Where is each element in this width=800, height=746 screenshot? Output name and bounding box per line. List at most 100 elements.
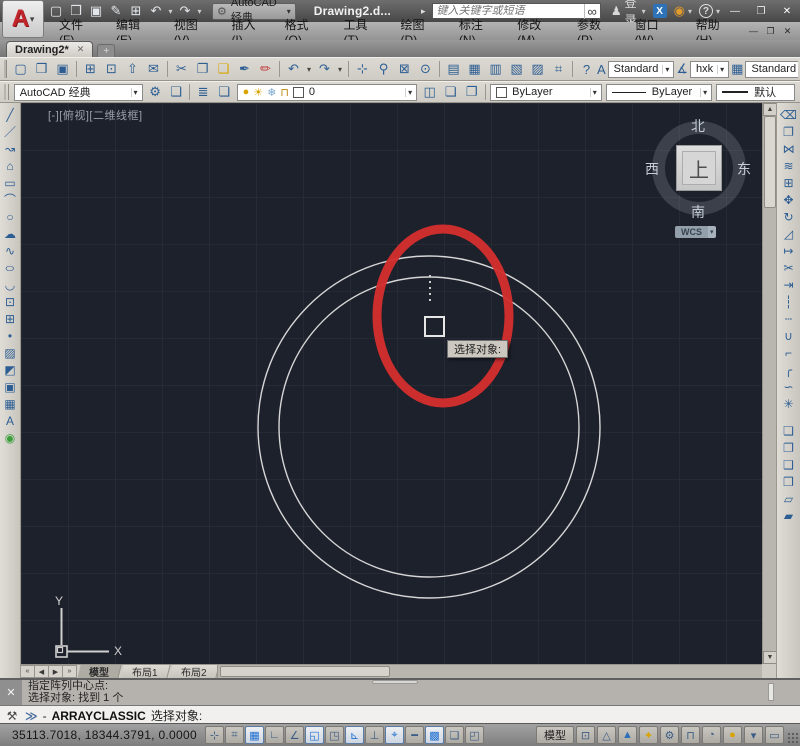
workspace-switching-icon[interactable]: ⚙ [660,726,679,744]
arc-icon[interactable]: ⌒ [1,191,19,208]
break-at-point-icon[interactable]: ┆ [780,293,798,310]
explode-icon[interactable]: ✳ [780,395,798,412]
mirror-icon[interactable]: ⋈ [780,140,798,157]
dim-style-icon[interactable]: ∡ [676,59,688,79]
separator[interactable] [73,59,80,79]
undo-caret-icon[interactable]: ▾ [304,59,314,79]
scroll-up-arrow[interactable]: ▲ [763,103,777,116]
maximize-button[interactable]: ❐ [748,2,774,20]
blend-curves-icon[interactable]: ∽ [780,378,798,395]
viewcube-top-face[interactable]: 上 [676,145,722,191]
quick-properties-toggle[interactable]: ❏ [445,726,464,744]
infer-constraints-toggle[interactable]: ⊹ [205,726,224,744]
model-space-button[interactable]: 模型 [536,726,574,744]
dynamic-input-toggle[interactable]: ⌖ [385,726,404,744]
hatch-to-back-icon[interactable]: ▰ [780,507,798,524]
help-caret-icon[interactable]: ▾ [716,7,720,16]
plot-preview-icon[interactable]: ⊡ [101,59,122,79]
export-dwf-icon[interactable]: ✉ [143,59,164,79]
customize-wrench-icon[interactable]: ⚒ [4,709,20,723]
region-icon[interactable]: ▣ [1,378,19,395]
save-icon[interactable]: ▣ [52,59,73,79]
lineweight-toggle[interactable]: ━ [405,726,424,744]
viewcube-west[interactable]: 西 [645,159,659,179]
horizontal-scroll-thumb[interactable] [220,666,390,677]
layer-select[interactable]: ●☀❄⊓ 0 ▾ [237,84,418,101]
properties-icon[interactable]: ▤ [443,59,464,79]
zoom-window-icon[interactable]: ⊠ [394,59,415,79]
separator[interactable] [164,59,171,79]
layer-unlock-icon[interactable]: ⊓ [280,86,289,99]
viewcube-south[interactable]: 南 [691,202,705,222]
workspace-settings-icon[interactable]: ⚙ [145,82,166,102]
last-tab-button[interactable]: » [63,665,77,678]
application-menu-button[interactable]: A ▾ [2,0,44,38]
layer-thaw-sun-icon[interactable]: ☀ [253,86,263,99]
vertical-scroll-thumb[interactable] [764,116,776,208]
separator[interactable] [569,59,576,79]
polygon-icon[interactable]: ⌂ [1,157,19,174]
history-scroll-thumb[interactable] [768,683,774,701]
copy-icon[interactable]: ❐ [780,123,798,140]
text-style-icon[interactable]: A [597,59,606,79]
lineweight-select[interactable]: 默认 [716,84,795,101]
plot-icon[interactable]: ⊞ [80,59,101,79]
array-icon[interactable]: ⊞ [780,174,798,191]
auto-annotation-icon[interactable]: ✦ [639,726,658,744]
layout2-tab[interactable]: 布局2 [169,665,219,678]
pan-icon[interactable]: ⊹ [352,59,373,79]
window-resize-grip[interactable] [787,732,799,744]
table-style-select[interactable]: Standard [745,61,798,78]
command-input-line[interactable]: ⚒ ≫ - ARRAYCLASSIC 选择对象: [0,705,800,725]
horizontal-scrollbar[interactable] [217,665,762,678]
3d-object-snap-toggle[interactable]: ◳ [325,726,344,744]
table-icon[interactable]: ▦ [1,395,19,412]
clean-screen-icon[interactable]: ▭ [765,726,784,744]
erase-icon[interactable]: ⌫ [780,106,798,123]
viewcube[interactable]: 北 南 西 东 上 [649,118,749,218]
annotation-visibility-icon[interactable]: ▲ [618,726,637,744]
grid-display-toggle[interactable]: ▦ [245,726,264,744]
linetype-select[interactable]: ByLayer ▾ [606,84,712,101]
doc-minimize-button[interactable]: — [745,24,762,38]
selection-cycling-toggle[interactable]: ◰ [465,726,484,744]
circle-icon[interactable]: ○ [1,208,19,225]
make-block-icon[interactable]: ⊞ [1,310,19,327]
viewcube-east[interactable]: 东 [737,159,751,179]
layout1-tab[interactable]: 布局1 [120,665,170,678]
trim-icon[interactable]: ✂ [780,259,798,276]
publish-icon[interactable]: ⇧ [122,59,143,79]
file-tab-drawing2[interactable]: Drawing2* ✕ [6,41,93,57]
ellipse-icon[interactable]: ○ [1,259,19,276]
point-icon[interactable]: • [1,327,19,344]
polar-tracking-toggle[interactable]: ∠ [285,726,304,744]
transparency-toggle[interactable]: ▩ [425,726,444,744]
quick-view-layouts-icon[interactable]: ⊡ [576,726,595,744]
construction-line-icon[interactable]: ／ [1,123,19,140]
match-properties-icon[interactable]: ✒ [234,59,255,79]
bring-above-icon[interactable]: ❑ [780,456,798,473]
revision-cloud-icon[interactable]: ☁ [1,225,19,242]
qnew-icon[interactable]: ▢ [10,59,31,79]
undo-icon[interactable]: ↶ [283,59,304,79]
send-under-icon[interactable]: ❒ [780,473,798,490]
join-icon[interactable]: ∪ [780,327,798,344]
viewcube-north[interactable]: 北 [691,116,705,136]
isolate-objects-icon[interactable]: ● [723,726,742,744]
offset-icon[interactable]: ≋ [780,157,798,174]
zoom-previous-icon[interactable]: ⊙ [415,59,436,79]
dynamic-ucs-toggle[interactable]: ⊥ [365,726,384,744]
exchange-caret-icon[interactable]: ▾ [642,7,646,16]
object-snap-tracking-toggle[interactable]: ⊾ [345,726,364,744]
move-icon[interactable]: ✥ [780,191,798,208]
polyline-icon[interactable]: ↝ [1,140,19,157]
toolbar-grip[interactable] [4,84,9,100]
doc-restore-button[interactable]: ❐ [762,24,779,38]
hardware-acceleration-icon[interactable]: ◔ [702,726,721,744]
wcs-button[interactable]: WCS ▾ [675,225,716,239]
toolbar-grip[interactable] [4,60,7,78]
separator[interactable] [345,59,352,79]
close-icon[interactable]: ✕ [77,44,85,55]
send-to-back-icon[interactable]: ❐ [780,439,798,456]
extend-icon[interactable]: ⇥ [780,276,798,293]
